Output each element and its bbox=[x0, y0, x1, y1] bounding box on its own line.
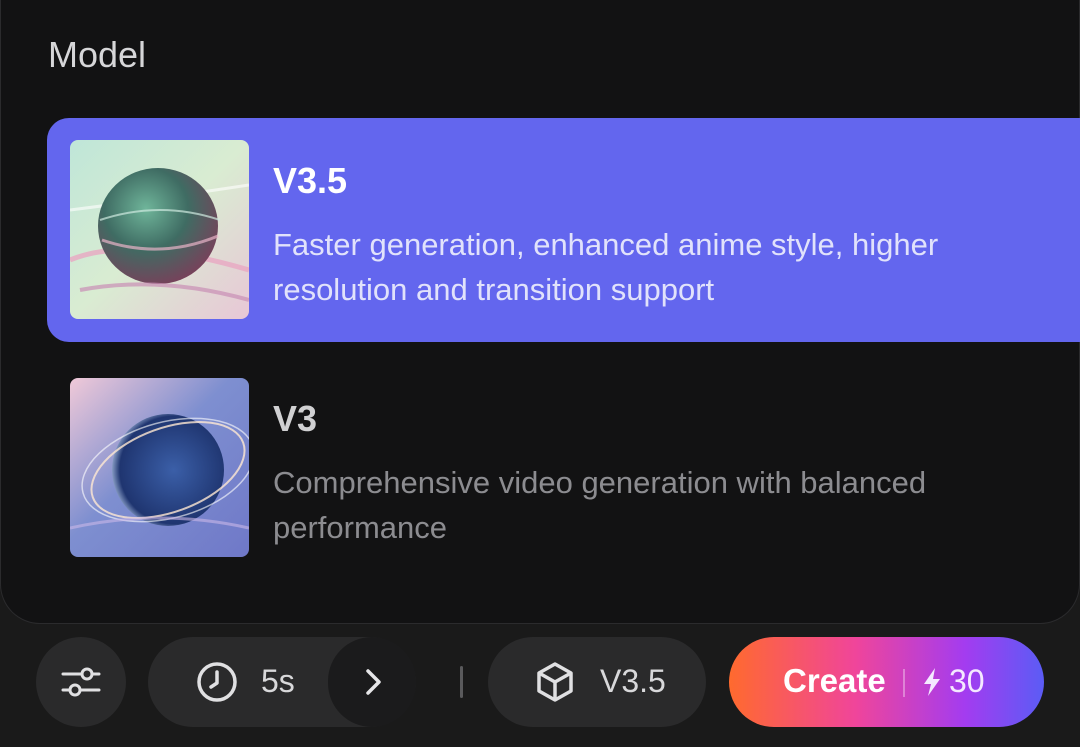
selected-model-value: V3.5 bbox=[600, 663, 666, 699]
settings-button[interactable] bbox=[36, 637, 126, 727]
toolbar-divider bbox=[460, 666, 463, 698]
model-option-v3[interactable]: V3 Comprehensive video generation with b… bbox=[47, 356, 1080, 580]
create-button-divider bbox=[903, 669, 905, 697]
clock-icon bbox=[197, 662, 237, 702]
sliders-icon bbox=[61, 667, 101, 697]
create-button[interactable]: Create 30 bbox=[729, 637, 1044, 727]
model-description: Comprehensive video generation with bala… bbox=[273, 465, 927, 545]
model-option-v3-5[interactable]: V3.5 Faster generation, enhanced anime s… bbox=[47, 118, 1080, 342]
more-options-button[interactable] bbox=[328, 637, 416, 727]
model-description: Faster generation, enhanced anime style,… bbox=[273, 227, 939, 307]
panel-title: Model bbox=[48, 34, 147, 75]
model-name: V3 bbox=[273, 398, 318, 439]
duration-value: 5s bbox=[261, 663, 295, 699]
model-selector[interactable]: V3.5 bbox=[488, 637, 706, 727]
model-name: V3.5 bbox=[273, 160, 348, 201]
model-picker-panel: Model V3.5 Faster generation, enhanced a… bbox=[0, 0, 1080, 624]
generation-toolbar: 5s V3.5 Create 30 bbox=[0, 624, 1080, 747]
chevron-right-icon bbox=[366, 669, 381, 695]
model-thumbnail-v3-5 bbox=[70, 140, 249, 319]
create-button-label: Create bbox=[783, 662, 886, 699]
duration-selector[interactable]: 5s bbox=[148, 637, 416, 727]
lightning-icon bbox=[924, 668, 940, 696]
cube-icon bbox=[537, 662, 573, 702]
model-thumbnail-v3 bbox=[70, 378, 249, 557]
credit-cost: 30 bbox=[949, 663, 985, 699]
